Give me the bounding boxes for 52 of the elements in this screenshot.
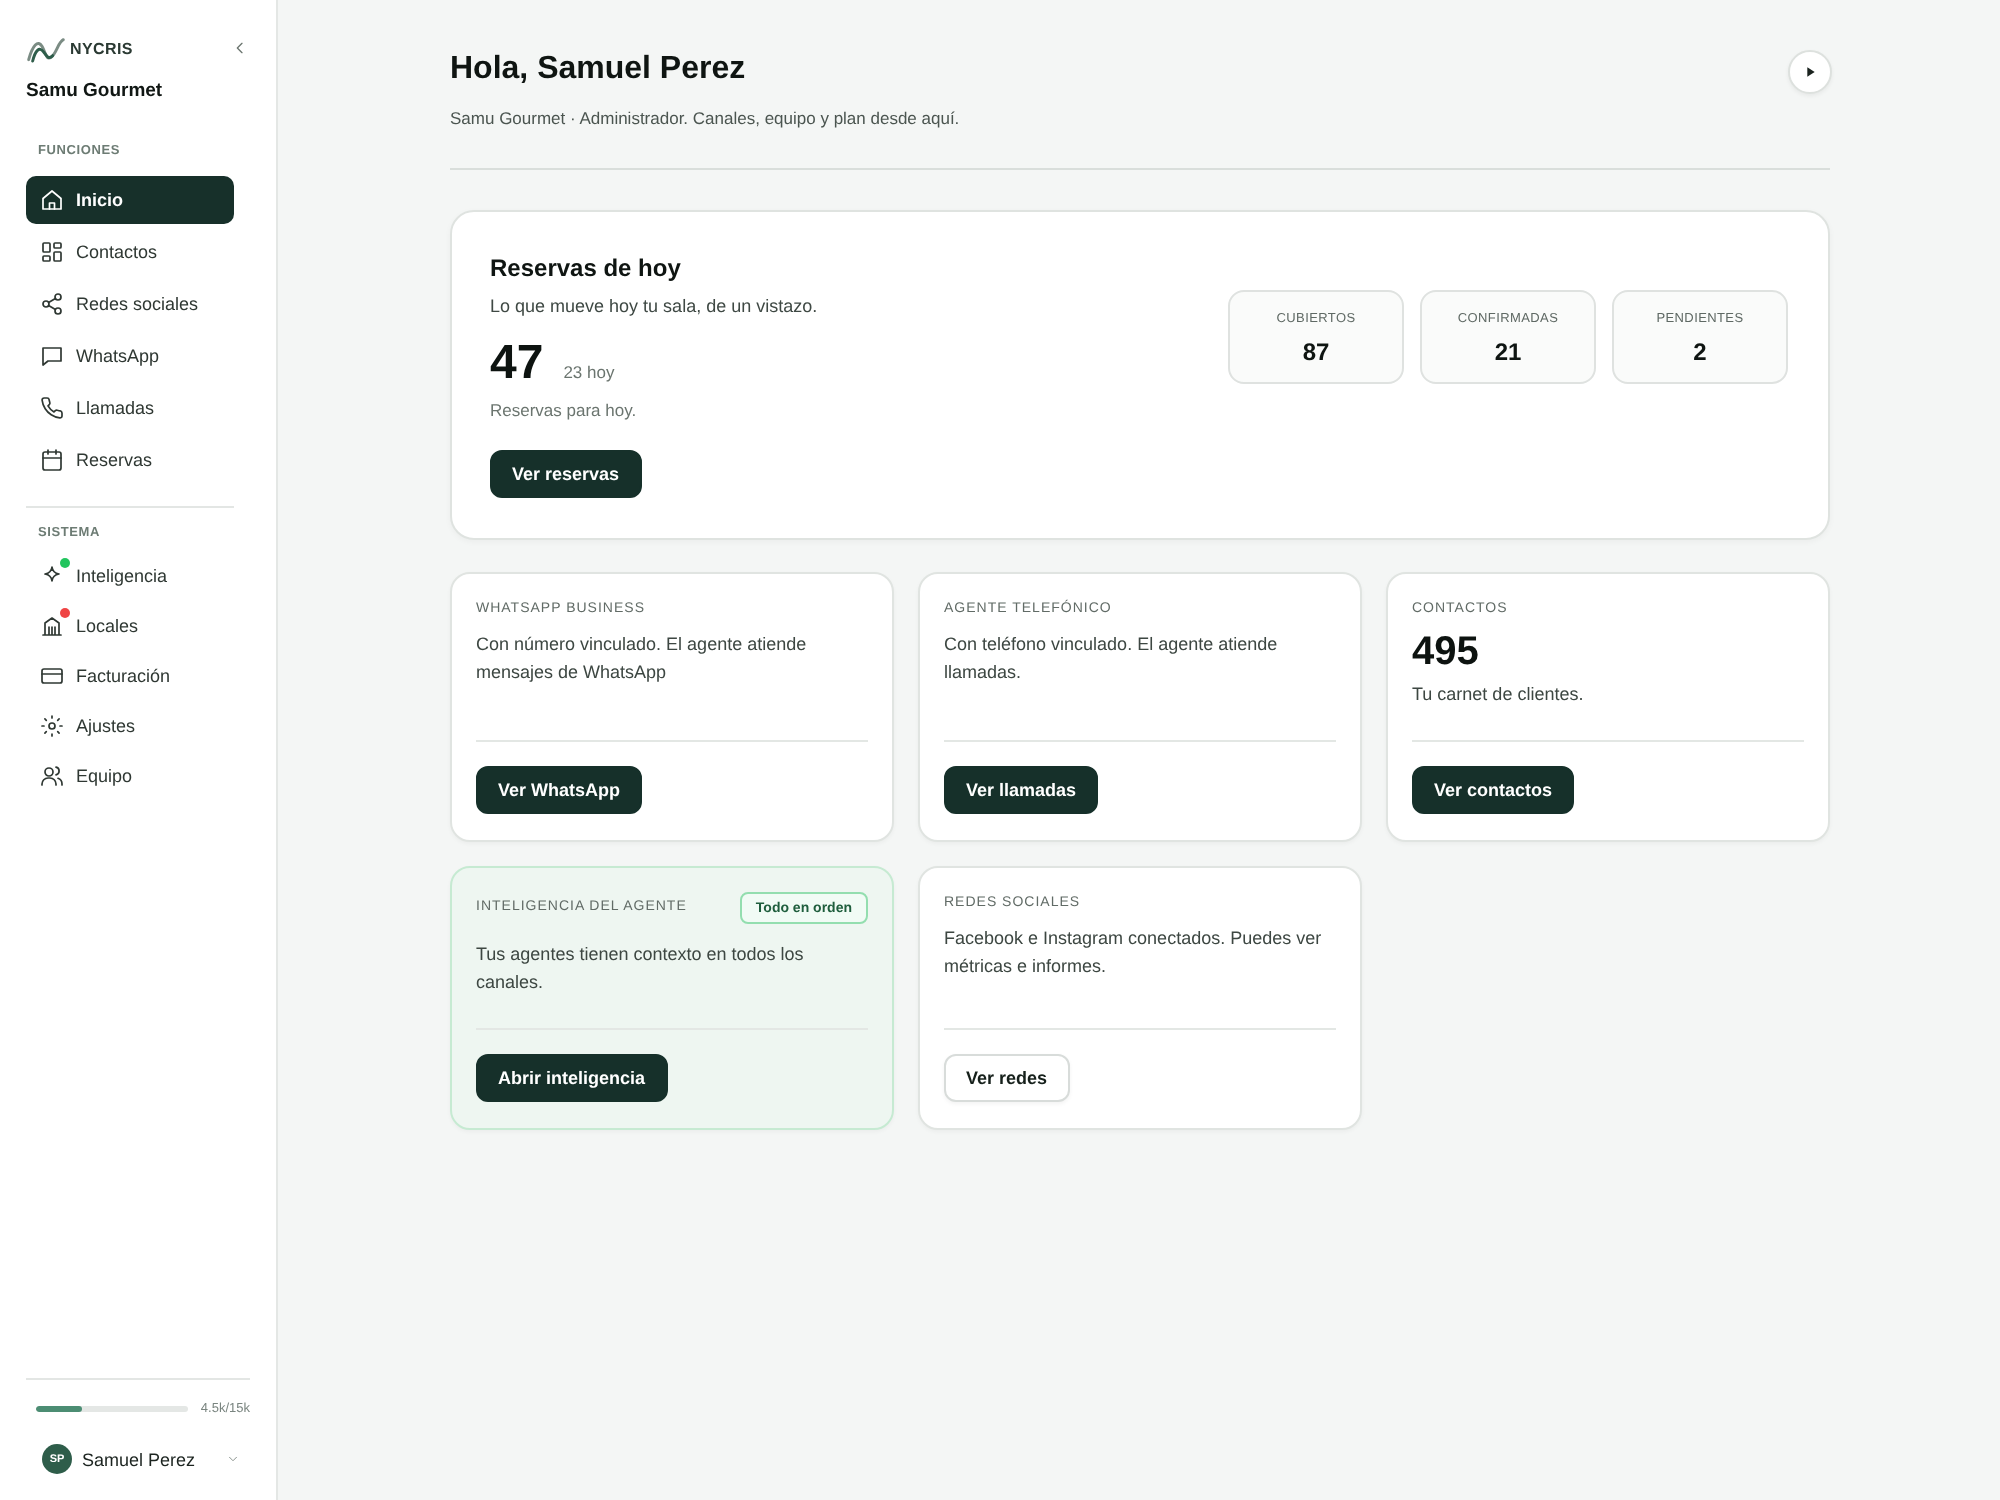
phone-icon	[40, 396, 64, 420]
stat-value: 87	[1302, 338, 1330, 366]
nav-item[interactable]: Reservas	[26, 436, 234, 484]
card-text: Con teléfono vinculado. El agente atiende llamadas.	[944, 632, 1280, 685]
user-name[interactable]: Samuel Perez	[82, 1449, 196, 1469]
view-reservations-button[interactable]: Ver reservas	[490, 450, 642, 498]
logo-icon	[26, 33, 66, 63]
action-button[interactable]: Ver redes	[944, 1054, 1070, 1102]
card-subtitle: Lo que mueve hoy tu sala, de un vistazo.	[490, 294, 820, 318]
count-caption: Reservas para hoy.	[490, 398, 639, 422]
nav-item[interactable]: Inicio	[26, 176, 234, 224]
chevron-left-icon[interactable]	[232, 40, 248, 56]
card-text: Tu carnet de clientes.	[1412, 682, 1586, 708]
metric-value: 495	[1412, 630, 1481, 674]
card-text: Facebook e Instagram conectados. Puedes ver métricas e informes.	[944, 926, 1324, 979]
play-button[interactable]	[1788, 50, 1832, 94]
card-text: Tus agentes tienen contexto en todos los canales.	[476, 942, 806, 995]
workspace-name: Samu Gourmet	[26, 80, 165, 104]
stat-value: 2	[1693, 338, 1707, 366]
chevron-down-icon[interactable]	[226, 1452, 240, 1466]
nav-item[interactable]: Locales	[26, 602, 234, 650]
settings-icon	[40, 714, 64, 738]
calendar-icon	[40, 448, 64, 472]
nav-item[interactable]: Redes sociales	[26, 280, 234, 328]
page-title: Hola, Samuel Perez	[450, 52, 748, 88]
action-button[interactable]: Ver WhatsApp	[476, 766, 643, 814]
brand-name: NYCRIS	[70, 39, 133, 57]
grid-icon	[40, 240, 64, 264]
stat-value: 21	[1494, 338, 1522, 366]
action-button[interactable]: Abrir inteligencia	[476, 1054, 668, 1102]
card-text: Con número vinculado. El agente atiende mensajes de WhatsApp	[476, 632, 809, 686]
home-icon	[40, 188, 64, 212]
count-note: 23 hoy	[563, 362, 615, 382]
reservation-count: 47	[490, 338, 544, 390]
page-subtitle: Samu Gourmet · Administrador. Canales, equipo y plan desde aquí.	[450, 106, 962, 130]
play-icon	[1802, 64, 1818, 80]
nav-item[interactable]: WhatsApp	[26, 332, 234, 380]
action-button[interactable]: Ver llamadas	[944, 766, 1099, 814]
nav-item[interactable]: Facturación	[26, 652, 234, 700]
nav-item[interactable]: Equipo	[26, 752, 234, 800]
users-icon	[40, 764, 64, 788]
card-title: Reservas de hoy	[490, 254, 683, 282]
building-icon	[40, 614, 64, 638]
message-icon	[40, 344, 64, 368]
nav-item[interactable]: Inteligencia	[26, 552, 234, 600]
sparkle-icon	[40, 564, 64, 588]
action-button[interactable]: Ver contactos	[1412, 766, 1575, 814]
nav-item[interactable]: Contactos	[26, 228, 234, 276]
nav-item[interactable]: Ajustes	[26, 702, 234, 750]
nav-item[interactable]: Llamadas	[26, 384, 234, 432]
share-icon	[40, 292, 64, 316]
credit-card-icon	[40, 664, 64, 688]
